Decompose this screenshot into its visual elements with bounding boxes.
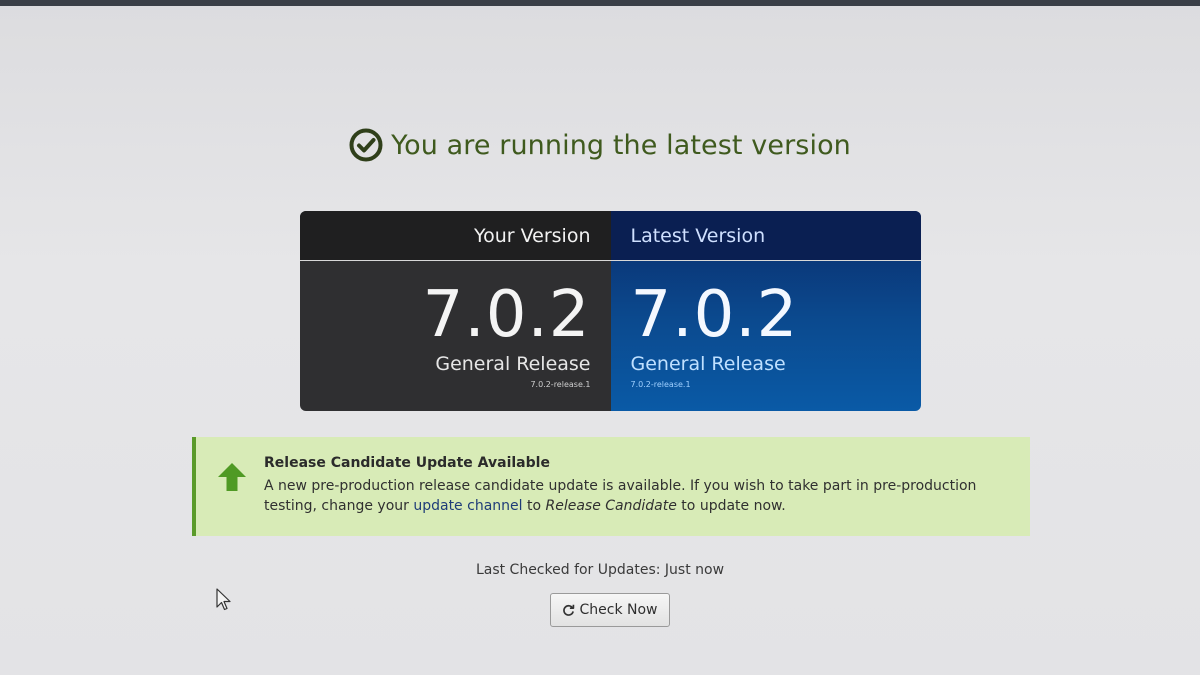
- release-candidate-channel-name: Release Candidate: [545, 498, 677, 514]
- latest-version-label: Latest Version: [610, 211, 921, 261]
- mouse-pointer-icon: [216, 588, 231, 611]
- your-version-release-type: General Release: [435, 353, 591, 375]
- status-heading: You are running the latest version: [0, 128, 1200, 162]
- update-channel-link[interactable]: update channel: [413, 498, 522, 514]
- your-version-number: 7.0.2: [422, 278, 591, 352]
- arrow-up-icon: [218, 463, 246, 491]
- check-now-label: Check Now: [579, 602, 658, 618]
- refresh-icon: [563, 604, 575, 616]
- notice-title: Release Candidate Update Available: [264, 455, 550, 471]
- last-checked-text: Last Checked for Updates: Just now: [475, 562, 725, 578]
- notice-body: A new pre-production release candidate u…: [264, 476, 1010, 516]
- your-version-build: 7.0.2-release.1: [530, 380, 591, 389]
- latest-version-release-type: General Release: [630, 353, 786, 375]
- notice-body-end: to update now.: [676, 498, 786, 514]
- latest-version-build: 7.0.2-release.1: [630, 380, 691, 389]
- screen-top-edge: [0, 0, 1200, 6]
- your-version-column: Your Version 7.0.2 General Release 7.0.2…: [300, 211, 611, 411]
- version-comparison-panel: Your Version 7.0.2 General Release 7.0.2…: [300, 211, 921, 411]
- latest-version-number: 7.0.2: [630, 278, 799, 352]
- your-version-label: Your Version: [300, 211, 611, 261]
- status-heading-text: You are running the latest version: [391, 129, 851, 161]
- check-circle-icon: [349, 128, 383, 162]
- check-now-button[interactable]: Check Now: [550, 593, 670, 627]
- release-candidate-notice: Release Candidate Update Available A new…: [192, 437, 1030, 536]
- latest-version-column: Latest Version 7.0.2 General Release 7.0…: [610, 211, 921, 411]
- notice-body-mid: to: [522, 498, 546, 514]
